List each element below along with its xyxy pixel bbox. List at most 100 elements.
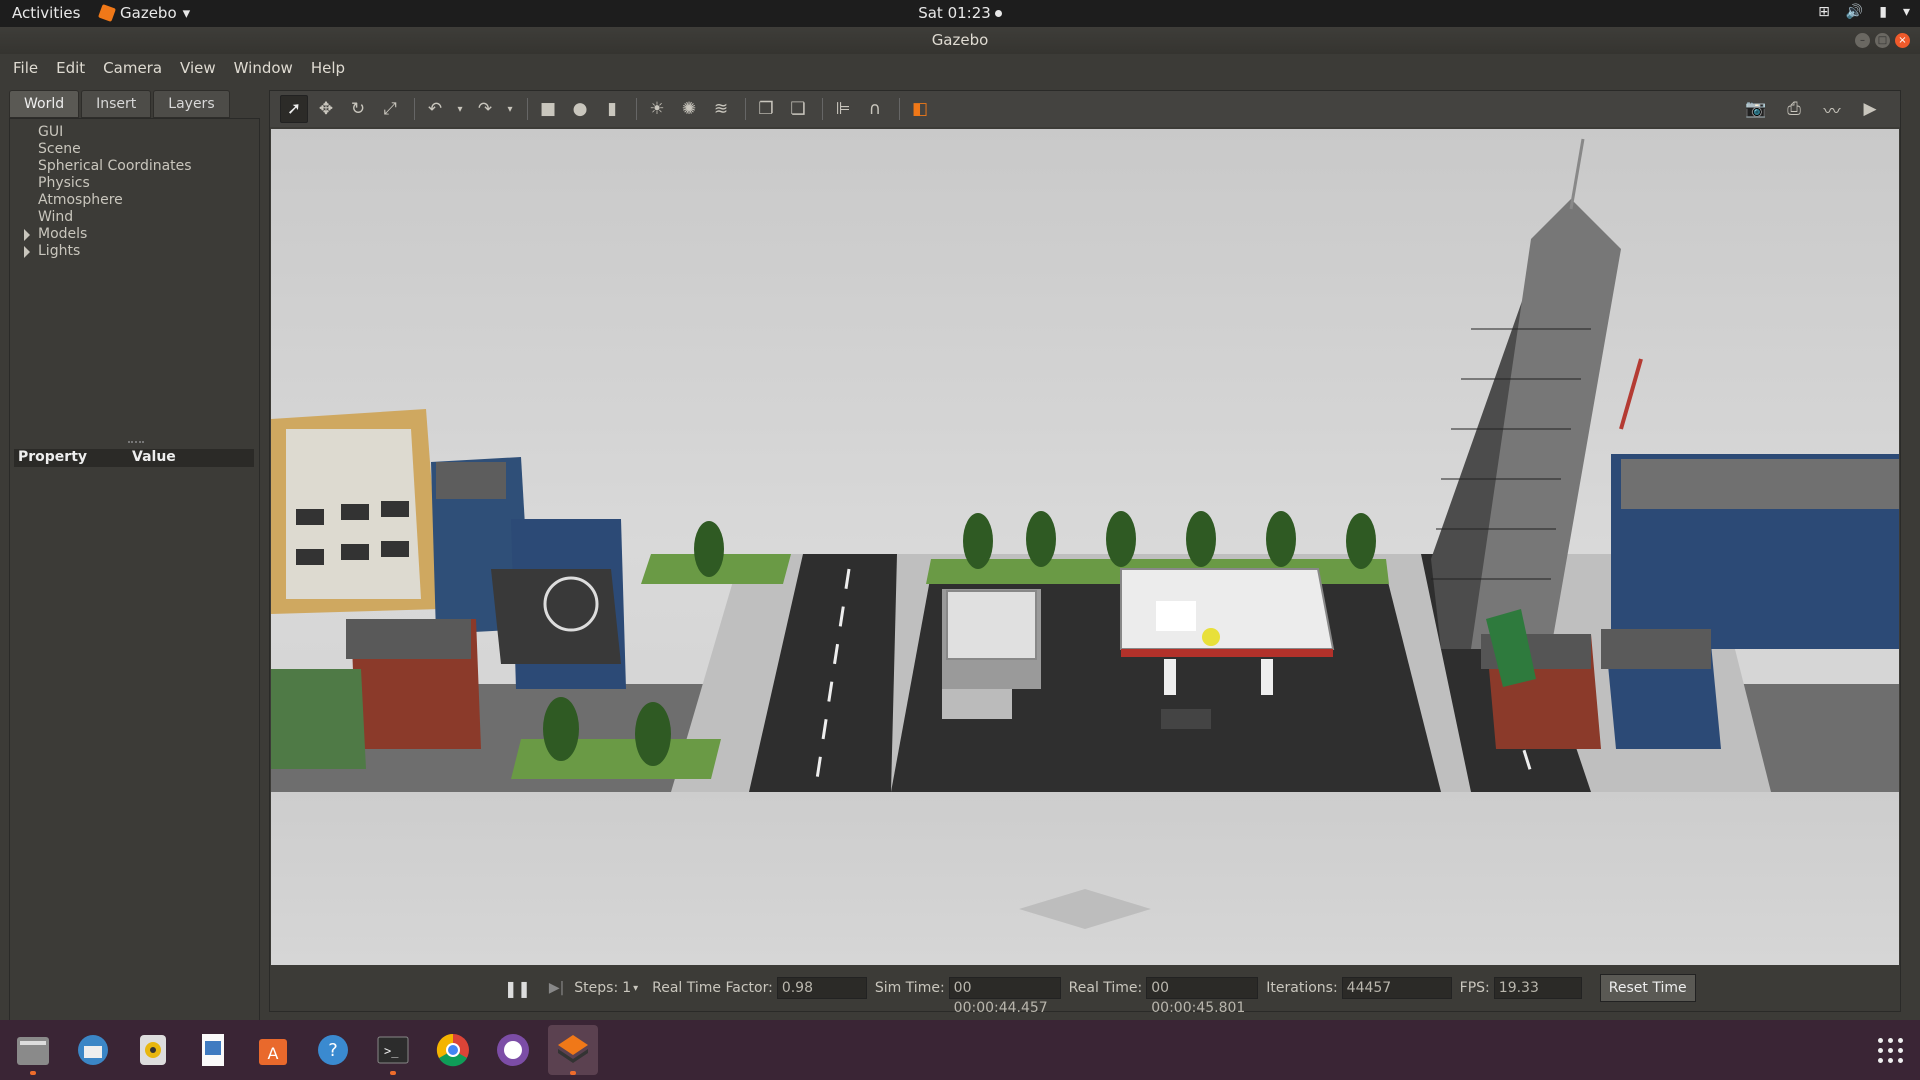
- real-time-value: 00 00:00:45.801: [1146, 977, 1259, 1016]
- tree-item-atmosphere[interactable]: Atmosphere: [10, 192, 259, 209]
- 3d-scene[interactable]: [271, 129, 1899, 965]
- tree-item-label: Models: [38, 226, 88, 242]
- expand-arrow-icon[interactable]: [24, 246, 30, 258]
- toolbar-separator: [899, 98, 900, 120]
- undo-icon[interactable]: ↶: [421, 95, 449, 123]
- steps-label: Steps:: [574, 980, 619, 996]
- left-panel-tabs: World Insert Layers: [9, 90, 260, 118]
- render-viewport: ➚ ✥ ↻ ⤢ ↶ ▾ ↷ ▾ ■ ● ▮ ☀ ✺ ≋ ❐ ❏ ⊫ ∩ ◧ 📷 …: [269, 90, 1901, 1016]
- left-panel: World Insert Layers GUI Scene Spherical …: [9, 90, 260, 1030]
- sphere-shape-icon[interactable]: ●: [566, 95, 594, 123]
- gazebo-icon[interactable]: [548, 1025, 598, 1075]
- clock[interactable]: Sat 01:23: [918, 4, 1002, 22]
- splitter-handle[interactable]: [128, 441, 144, 443]
- tab-world[interactable]: World: [9, 90, 80, 118]
- property-table-header: Property Value: [14, 449, 254, 467]
- maximize-button[interactable]: □: [1875, 33, 1890, 48]
- log-icon[interactable]: ⎙: [1780, 95, 1808, 123]
- align-icon[interactable]: ⊫: [829, 95, 857, 123]
- menu-window[interactable]: Window: [225, 54, 302, 82]
- menu-camera[interactable]: Camera: [94, 54, 171, 82]
- screenshot-icon[interactable]: 📷: [1742, 95, 1770, 123]
- video-record-icon[interactable]: ▶: [1856, 95, 1884, 123]
- toolbar-separator: [414, 98, 415, 120]
- directional-light-icon[interactable]: ≋: [707, 95, 735, 123]
- svg-text:>_: >_: [384, 1044, 399, 1058]
- terminal-icon[interactable]: >_: [368, 1025, 418, 1075]
- paste-icon[interactable]: ❏: [784, 95, 812, 123]
- point-light-icon[interactable]: ☀: [643, 95, 671, 123]
- snap-icon[interactable]: ∩: [861, 95, 889, 123]
- steps-chevron-icon[interactable]: ▾: [633, 983, 638, 994]
- system-tray[interactable]: ⊞ 🔊 ▮ ▾: [1818, 4, 1910, 20]
- translate-mode-icon[interactable]: ✥: [312, 95, 340, 123]
- chrome-icon[interactable]: [428, 1025, 478, 1075]
- menu-help[interactable]: Help: [302, 54, 354, 82]
- expand-arrow-icon[interactable]: [24, 229, 30, 241]
- close-button[interactable]: ×: [1895, 33, 1910, 48]
- app-menu[interactable]: Gazebo ▾: [98, 4, 191, 22]
- iterations-label: Iterations:: [1266, 980, 1338, 996]
- rhythmbox-icon[interactable]: [128, 1025, 178, 1075]
- real-time-factor-value: 0.98: [776, 977, 867, 999]
- show-applications-icon[interactable]: [1878, 1038, 1904, 1064]
- running-indicator: [570, 1071, 576, 1075]
- toolbar-separator: [822, 98, 823, 120]
- real-time-label: Real Time:: [1068, 980, 1143, 996]
- battery-icon: ▮: [1879, 4, 1887, 20]
- select-mode-icon[interactable]: ➚: [280, 95, 308, 123]
- activities-button[interactable]: Activities: [12, 4, 80, 22]
- plot-icon[interactable]: 〰: [1818, 95, 1846, 123]
- pause-button[interactable]: ❚❚: [504, 979, 531, 998]
- box-shape-icon[interactable]: ■: [534, 95, 562, 123]
- steps-value[interactable]: 1: [622, 980, 631, 996]
- dock: A ? >_: [0, 1020, 1920, 1080]
- tree-item-lights[interactable]: Lights: [10, 243, 259, 260]
- svg-text:A: A: [268, 1044, 279, 1063]
- tree-item-scene[interactable]: Scene: [10, 141, 259, 158]
- tree-item-gui[interactable]: GUI: [10, 124, 259, 141]
- tree-item-spherical-coordinates[interactable]: Spherical Coordinates: [10, 158, 259, 175]
- window-titlebar: Gazebo – □ ×: [0, 27, 1920, 54]
- chevron-down-icon: ▾: [1902, 4, 1910, 20]
- tree-item-models[interactable]: Models: [10, 226, 259, 243]
- step-button[interactable]: ▶|: [549, 980, 564, 996]
- menu-edit[interactable]: Edit: [47, 54, 94, 82]
- scale-mode-icon[interactable]: ⤢: [376, 95, 404, 123]
- sim-time-value: 00 00:00:44.457: [948, 977, 1061, 1016]
- reset-time-button[interactable]: Reset Time: [1599, 974, 1696, 1002]
- files-icon[interactable]: [8, 1025, 58, 1075]
- github-desktop-icon[interactable]: [488, 1025, 538, 1075]
- rotate-mode-icon[interactable]: ↻: [344, 95, 372, 123]
- tree-item-wind[interactable]: Wind: [10, 209, 259, 226]
- software-center-icon[interactable]: A: [248, 1025, 298, 1075]
- tab-layers[interactable]: Layers: [153, 90, 230, 118]
- spot-light-icon[interactable]: ✺: [675, 95, 703, 123]
- menu-view[interactable]: View: [171, 54, 225, 82]
- tree-item-physics[interactable]: Physics: [10, 175, 259, 192]
- fps-label: FPS:: [1459, 980, 1490, 996]
- network-icon: ⊞: [1818, 4, 1830, 20]
- libreoffice-writer-icon[interactable]: [188, 1025, 238, 1075]
- tree-item-label: Lights: [38, 243, 81, 259]
- chevron-down-icon: ▾: [182, 4, 191, 22]
- help-icon[interactable]: ?: [308, 1025, 358, 1075]
- simulation-status-bar: ❚❚ ▶| Steps: 1 ▾ Real Time Factor: 0.98 …: [270, 965, 1900, 1016]
- minimize-button[interactable]: –: [1855, 33, 1870, 48]
- redo-history-chevron-icon[interactable]: ▾: [503, 95, 517, 123]
- menu-file[interactable]: File: [4, 54, 47, 82]
- city-world-render: [271, 129, 1899, 965]
- thunderbird-icon[interactable]: [68, 1025, 118, 1075]
- cylinder-shape-icon[interactable]: ▮: [598, 95, 626, 123]
- tab-insert[interactable]: Insert: [81, 90, 152, 118]
- iterations-value: 44457: [1341, 977, 1452, 999]
- app-menu-label: Gazebo: [120, 4, 177, 22]
- copy-icon[interactable]: ❐: [752, 95, 780, 123]
- undo-history-chevron-icon[interactable]: ▾: [453, 95, 467, 123]
- scene-toolbar: ➚ ✥ ↻ ⤢ ↶ ▾ ↷ ▾ ■ ● ▮ ☀ ✺ ≋ ❐ ❏ ⊫ ∩ ◧ 📷 …: [270, 91, 1900, 127]
- property-column-header: Property: [18, 449, 88, 465]
- sim-time-label: Sim Time:: [874, 980, 945, 996]
- redo-icon[interactable]: ↷: [471, 95, 499, 123]
- real-time-factor-label: Real Time Factor:: [652, 980, 773, 996]
- view-angle-icon[interactable]: ◧: [906, 95, 934, 123]
